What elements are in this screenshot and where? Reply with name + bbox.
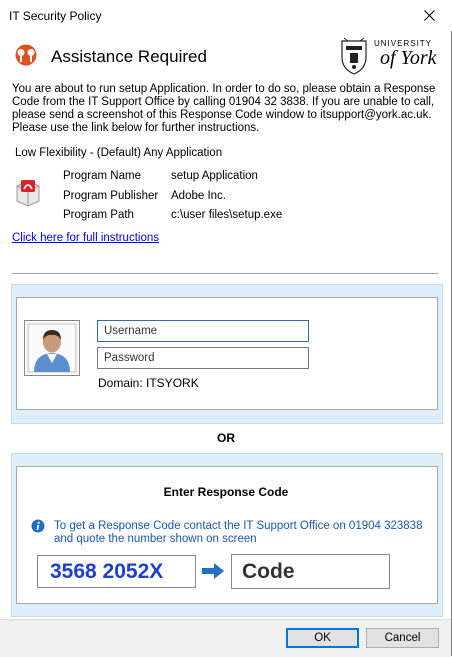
username-field[interactable] [97, 320, 309, 342]
password-field[interactable] [97, 347, 309, 369]
program-path-label: Program Path [63, 209, 134, 221]
response-title: Enter Response Code [163, 485, 289, 499]
user-icon [27, 323, 77, 373]
program-path-value: c:\user files\setup.exe [171, 209, 283, 221]
response-code-input[interactable] [231, 554, 390, 589]
program-name-value: setup Application [171, 170, 258, 182]
domain-label: Domain: ITSYORK [98, 376, 199, 390]
divider [12, 273, 438, 274]
response-info-text: To get a Response Code contact the IT Su… [54, 520, 423, 545]
page-title: Assistance Required [51, 47, 207, 66]
title-bar: IT Security Policy [0, 0, 452, 31]
cancel-button[interactable]: Cancel [366, 628, 439, 648]
university-logo: UNIVERSITY of York [340, 37, 440, 77]
or-separator: OR [217, 431, 235, 445]
close-icon [423, 10, 435, 21]
crest-icon [341, 37, 367, 75]
avatar [24, 320, 80, 376]
logo-line2: of York [380, 47, 437, 69]
program-name-label: Program Name [63, 170, 141, 182]
application-icon [16, 180, 40, 207]
flexibility-text: Low Flexibility - (Default) Any Applicat… [15, 147, 223, 159]
info-icon [31, 519, 45, 533]
intro-text: You are about to run setup Application. … [12, 83, 436, 134]
window-title: IT Security Policy [9, 9, 102, 23]
assistance-icon [15, 44, 37, 66]
close-button[interactable] [406, 0, 452, 31]
instructions-link[interactable]: Click here for full instructions [12, 232, 159, 244]
program-publisher-label: Program Publisher [63, 190, 159, 202]
arrow-right-icon [202, 563, 224, 579]
challenge-code: 3568 2052X [37, 555, 196, 588]
program-publisher-value: Adobe Inc. [171, 190, 226, 202]
ok-button[interactable]: OK [286, 628, 359, 648]
